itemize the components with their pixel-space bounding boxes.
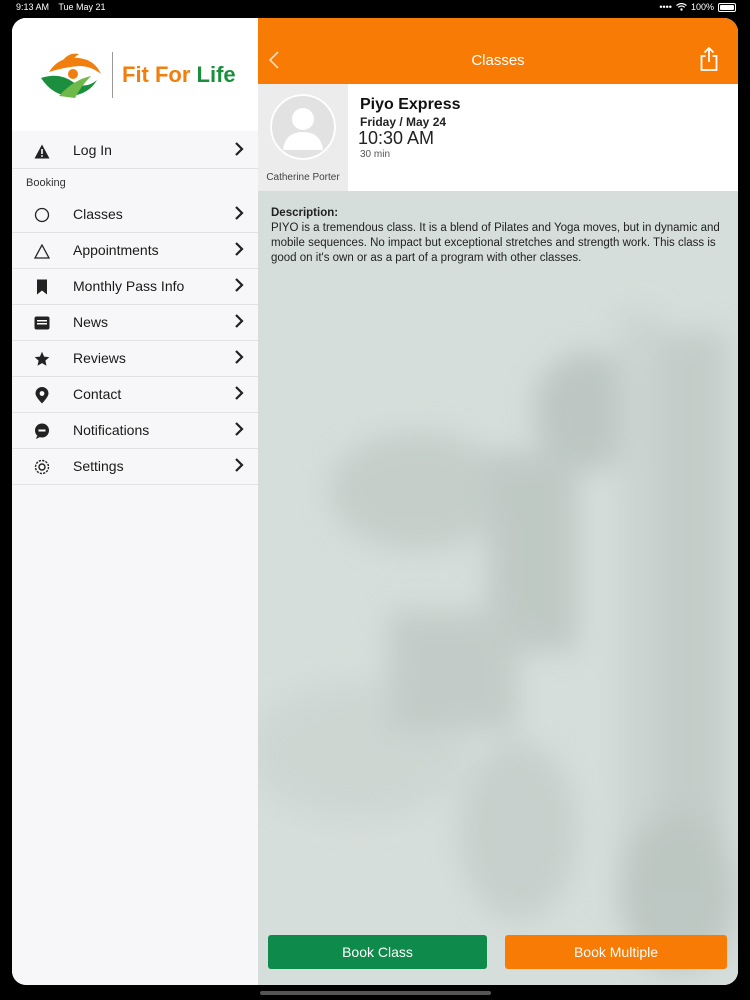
avatar	[270, 94, 336, 160]
signal-dots-icon: ••••	[659, 2, 672, 12]
chevron-right-icon	[234, 457, 244, 478]
class-detail-pane: Classes Catherine Porter Piyo Express Fr…	[258, 18, 738, 985]
sidebar-item-appointments[interactable]: Appointments	[12, 233, 258, 269]
sidebar-item-label: Monthly Pass Info	[73, 278, 185, 294]
class-date: Friday / May 24	[360, 115, 447, 129]
sidebar-item-label: News	[73, 314, 109, 330]
page-title: Classes	[471, 52, 525, 69]
app-window: Fit For Life Log In Booking Classes Appo…	[12, 18, 738, 985]
sidebar-item-news[interactable]: News	[12, 305, 258, 341]
status-time: 9:13 AM	[16, 2, 50, 12]
chevron-right-icon	[234, 349, 244, 370]
bookmark-icon	[33, 278, 51, 296]
chevron-right-icon	[234, 141, 244, 162]
class-header: Catherine Porter Piyo Express Friday / M…	[258, 84, 738, 191]
book-multiple-button[interactable]: Book Multiple	[505, 935, 727, 969]
home-indicator[interactable]	[260, 991, 491, 995]
instructor-name: Catherine Porter	[266, 172, 340, 183]
sidebar-item-label: Appointments	[73, 242, 159, 258]
book-class-button[interactable]: Book Class	[268, 935, 487, 969]
logo-text: Fit For Life	[122, 62, 236, 88]
sidebar-item-label: Classes	[73, 206, 123, 222]
battery-percent: 100%	[690, 2, 714, 12]
sidebar-item-label: Reviews	[73, 350, 126, 366]
logo-text-life: Life	[196, 62, 236, 87]
sidebar-item-label: Settings	[73, 458, 124, 474]
location-pin-icon	[33, 386, 51, 404]
sidebar-item-contact[interactable]: Contact	[12, 377, 258, 413]
class-name: Piyo Express	[360, 96, 461, 113]
sidebar-item-classes[interactable]: Classes	[12, 197, 258, 233]
battery-icon	[718, 2, 736, 12]
nav-bar: Classes	[258, 18, 738, 84]
star-icon	[33, 350, 51, 368]
sidebar-item-notifications[interactable]: Notifications	[12, 413, 258, 449]
logo-text-fit-for: Fit For	[122, 62, 197, 87]
status-left: 9:13 AM Tue May 21	[16, 2, 113, 12]
gear-icon	[33, 458, 51, 476]
sidebar-item-reviews[interactable]: Reviews	[12, 341, 258, 377]
logo-divider	[112, 52, 113, 98]
news-icon	[33, 314, 51, 332]
status-bar: 9:13 AM Tue May 21 •••• 100%	[0, 0, 750, 16]
chevron-right-icon	[234, 241, 244, 262]
logo-area: Fit For Life	[12, 18, 258, 131]
circle-icon	[33, 206, 51, 224]
status-date: Tue May 21	[58, 2, 106, 12]
chevron-right-icon	[234, 421, 244, 442]
sidebar-item-settings[interactable]: Settings	[12, 449, 258, 485]
sidebar-item-label: Contact	[73, 386, 122, 402]
sidebar: Fit For Life Log In Booking Classes Appo…	[12, 18, 258, 985]
chevron-right-icon	[234, 385, 244, 406]
class-description: Description: PIYO is a tremendous class.…	[271, 206, 726, 266]
warning-icon	[33, 142, 51, 160]
wifi-icon	[676, 3, 687, 11]
share-icon[interactable]	[700, 46, 718, 76]
triangle-icon	[33, 242, 51, 260]
description-title: Description:	[271, 207, 339, 219]
instructor-card[interactable]: Catherine Porter	[258, 84, 348, 191]
class-time: 10:30 AM	[358, 128, 435, 148]
class-duration: 30 min	[360, 149, 391, 160]
chevron-right-icon	[234, 205, 244, 226]
status-right: •••• 100%	[659, 2, 736, 12]
sidebar-item-monthly-pass-info[interactable]: Monthly Pass Info	[12, 269, 258, 305]
chevron-right-icon	[234, 277, 244, 298]
fit-for-life-logo	[41, 53, 101, 98]
sidebar-item-log-in[interactable]: Log In	[12, 133, 258, 169]
sidebar-item-label: Notifications	[73, 422, 150, 438]
chat-bubble-icon	[33, 422, 51, 440]
background-photo	[258, 191, 738, 985]
chevron-right-icon	[234, 313, 244, 334]
description-text: PIYO is a tremendous class. It is a blen…	[271, 222, 720, 264]
section-label-booking: Booking	[26, 177, 66, 189]
sidebar-item-label: Log In	[73, 142, 112, 158]
